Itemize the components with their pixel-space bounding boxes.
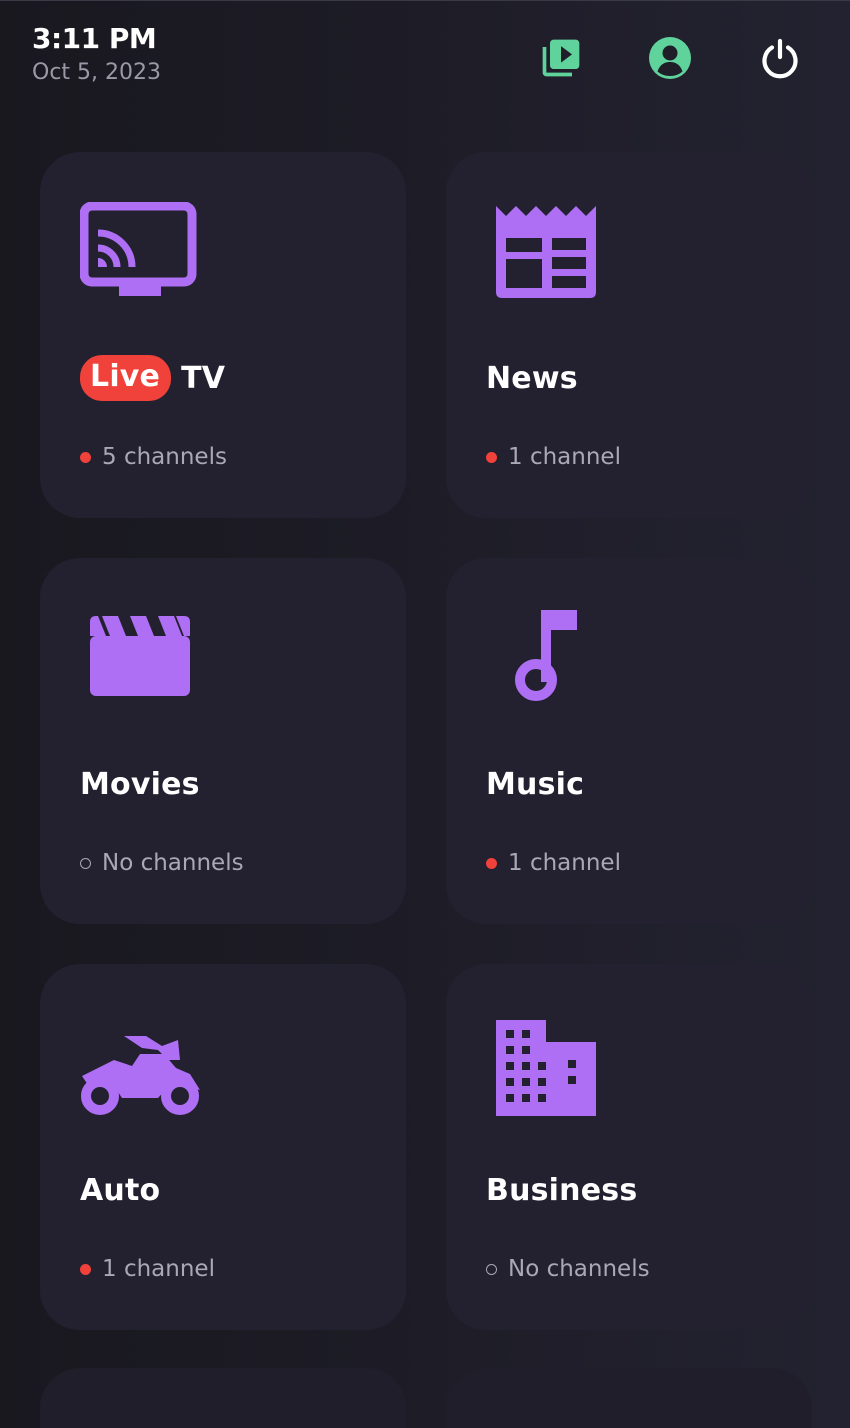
category-title: Auto xyxy=(80,1167,160,1213)
channel-status: 1 channel xyxy=(80,1256,215,1282)
category-label: Business xyxy=(486,1172,638,1208)
active-dot-icon xyxy=(80,1263,91,1275)
category-label: Movies xyxy=(80,766,200,802)
category-card-business[interactable]: Business No channels xyxy=(446,964,812,1330)
top-divider xyxy=(0,0,850,1)
cast-tv-icon xyxy=(80,202,197,296)
channel-count: No channels xyxy=(508,1256,650,1282)
channel-count: 5 channels xyxy=(102,444,227,470)
category-title: Movies xyxy=(80,761,200,807)
channel-count: 1 channel xyxy=(102,1256,215,1282)
channel-status: 1 channel xyxy=(486,444,621,470)
category-card-partial[interactable] xyxy=(446,1368,812,1428)
video-library-icon xyxy=(542,39,580,77)
category-card-partial[interactable] xyxy=(40,1368,406,1428)
category-card-news[interactable]: News 1 channel xyxy=(446,152,812,518)
active-dot-icon xyxy=(486,451,497,463)
category-card-music[interactable]: Music 1 channel xyxy=(446,558,812,924)
office-building-icon xyxy=(496,1020,596,1116)
live-badge: Live xyxy=(80,355,172,401)
power-button[interactable] xyxy=(757,35,803,81)
music-note-icon xyxy=(515,610,577,701)
category-card-movies[interactable]: Movies No channels xyxy=(40,558,406,924)
channel-count: 1 channel xyxy=(508,444,621,470)
channel-status: 1 channel xyxy=(486,850,621,876)
newspaper-icon xyxy=(496,206,596,298)
video-library-button[interactable] xyxy=(538,35,584,81)
category-label: Music xyxy=(486,766,585,802)
account-icon xyxy=(649,37,691,79)
channel-count: No channels xyxy=(102,850,244,876)
channel-status: No channels xyxy=(80,850,244,876)
category-label: TV xyxy=(181,360,226,396)
inactive-dot-icon xyxy=(486,1263,497,1275)
category-title: Business xyxy=(486,1167,637,1213)
channel-count: 1 channel xyxy=(508,850,621,876)
category-card-live-tv[interactable]: Live TV 5 channels xyxy=(40,152,406,518)
category-title: Live TV xyxy=(80,355,225,401)
inactive-dot-icon xyxy=(80,857,91,869)
active-dot-icon xyxy=(486,857,497,869)
category-grid: Live TV 5 channels News 1 channel Movies… xyxy=(40,152,812,1330)
clock-widget: 3:11 PM Oct 5, 2023 xyxy=(32,22,161,88)
clapperboard-icon xyxy=(90,616,190,696)
active-dot-icon xyxy=(80,451,91,463)
account-button[interactable] xyxy=(647,35,693,81)
power-icon xyxy=(762,38,798,79)
category-label: News xyxy=(486,360,578,396)
channel-status: No channels xyxy=(486,1256,650,1282)
category-label: Auto xyxy=(80,1172,161,1208)
channel-status: 5 channels xyxy=(80,444,227,470)
motorcycle-icon xyxy=(81,1036,200,1115)
current-date: Oct 5, 2023 xyxy=(32,60,162,85)
current-time: 3:11 PM xyxy=(32,22,157,55)
category-title: Music xyxy=(486,761,584,807)
category-card-auto[interactable]: Auto 1 channel xyxy=(40,964,406,1330)
category-title: News xyxy=(486,355,578,401)
